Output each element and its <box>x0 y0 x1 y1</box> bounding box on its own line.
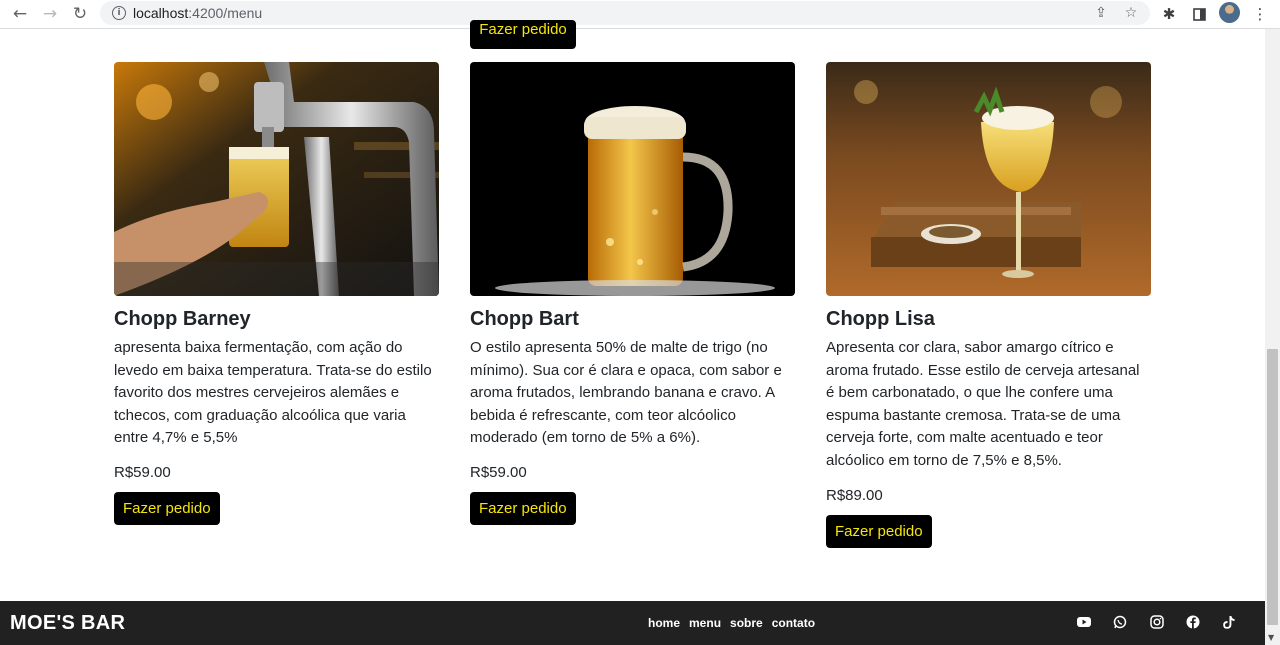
extensions-icon[interactable]: ✱ <box>1159 4 1179 24</box>
product-price: R$59.00 <box>114 463 171 481</box>
youtube-icon[interactable] <box>1076 614 1092 630</box>
order-button-previous-row[interactable]: Fazer pedido <box>470 20 576 49</box>
share-icon[interactable]: ⇪ <box>1092 4 1110 22</box>
product-price: R$59.00 <box>470 463 527 481</box>
footer-link-contato[interactable]: contato <box>772 616 815 630</box>
product-card: Chopp Barney apresenta baixa fermentação… <box>114 62 439 525</box>
product-image-cocktail <box>826 62 1151 296</box>
menu-kebab-icon[interactable]: ⋮ <box>1250 4 1270 24</box>
product-card: Chopp Lisa Apresenta cor clara, sabor am… <box>826 62 1151 548</box>
scrollbar-thumb[interactable] <box>1267 349 1278 625</box>
product-description: Apresenta cor clara, sabor amargo cítric… <box>826 339 1140 469</box>
scroll-down-arrow-icon[interactable]: ▼ <box>1268 633 1274 642</box>
footer-link-menu[interactable]: menu <box>689 616 721 630</box>
product-image-beer-mug <box>470 62 795 296</box>
product-image-beer-tap <box>114 62 439 296</box>
profile-avatar[interactable] <box>1219 2 1240 23</box>
back-icon[interactable]: ← <box>10 4 30 24</box>
footer-nav: home menu sobre contato <box>648 616 815 630</box>
url-text[interactable]: localhost:4200/menu <box>133 5 262 21</box>
page-scrollbar[interactable]: ▼ <box>1265 29 1280 645</box>
product-title: Chopp Lisa <box>826 308 935 330</box>
facebook-icon[interactable] <box>1185 614 1201 630</box>
tiktok-icon[interactable] <box>1221 614 1237 630</box>
product-title: Chopp Bart <box>470 308 579 330</box>
order-button[interactable]: Fazer pedido <box>826 514 932 548</box>
forward-icon[interactable]: → <box>40 4 60 24</box>
bookmark-star-icon[interactable]: ☆ <box>1122 4 1140 22</box>
instagram-icon[interactable] <box>1149 614 1165 630</box>
side-panel-icon[interactable] <box>1189 4 1209 24</box>
whatsapp-icon[interactable] <box>1112 614 1128 630</box>
product-description: apresenta baixa fermentação, com ação do… <box>114 339 432 447</box>
footer-link-sobre[interactable]: sobre <box>730 616 763 630</box>
footer-brand[interactable]: MOE'S BAR <box>10 612 125 635</box>
footer: MOE'S BAR home menu sobre contato <box>0 601 1265 645</box>
address-bar[interactable]: i localhost:4200/menu ⇪ ☆ <box>100 1 1150 25</box>
product-description: O estilo apresenta 50% de malte de trigo… <box>470 339 782 447</box>
product-card: Chopp Bart O estilo apresenta 50% de mal… <box>470 62 795 525</box>
browser-toolbar: ← → ↻ i localhost:4200/menu ⇪ ☆ ✱ ⋮ <box>0 0 1280 29</box>
product-price: R$89.00 <box>826 486 883 504</box>
order-button[interactable]: Fazer pedido <box>470 491 576 525</box>
reload-icon[interactable]: ↻ <box>70 4 90 24</box>
order-button[interactable]: Fazer pedido <box>114 491 220 525</box>
product-title: Chopp Barney <box>114 308 251 330</box>
site-info-icon[interactable]: i <box>112 6 126 20</box>
footer-link-home[interactable]: home <box>648 616 680 630</box>
